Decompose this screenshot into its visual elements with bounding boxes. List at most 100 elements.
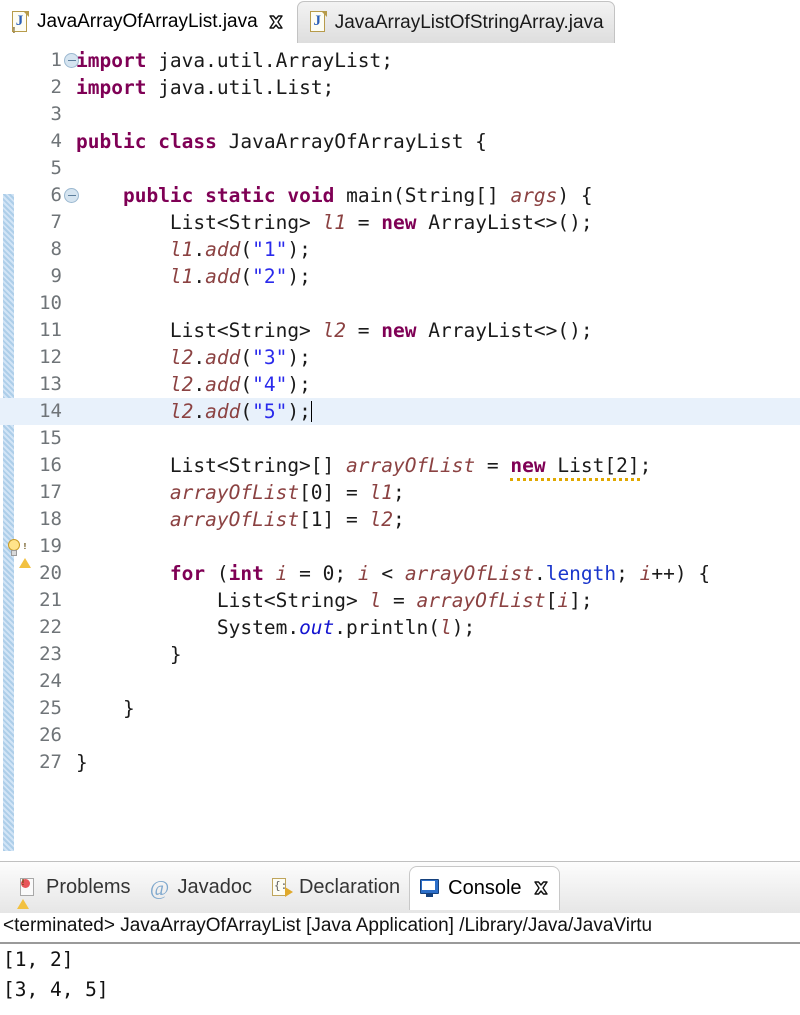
line-number: 27 <box>0 749 62 776</box>
code-line-9[interactable]: 9 l1.add("2"); <box>0 263 800 290</box>
java-file-warning-icon: J <box>10 11 29 34</box>
editor-tab-javaarrayofarraylist[interactable]: J JavaArrayOfArrayList.java <box>0 1 295 43</box>
line-number: 26 <box>0 722 62 749</box>
text-cursor <box>311 401 313 422</box>
code-text: List<String> l2 = new ArrayList<>(); <box>76 317 593 344</box>
line-number: 2 <box>0 74 62 101</box>
line-number: 14 <box>0 398 62 425</box>
code-line-21[interactable]: 21 List<String> l = arrayOfList[i]; <box>0 587 800 614</box>
code-line-6[interactable]: 6 public static void main(String[] args)… <box>0 182 800 209</box>
code-line-20[interactable]: 20 for (int i = 0; i < arrayOfList.lengt… <box>0 560 800 587</box>
tab-label: Console <box>448 877 521 900</box>
line-number: 24 <box>0 668 62 695</box>
code-text: List<String> l1 = new ArrayList<>(); <box>76 209 593 236</box>
line-number: 11 <box>0 317 62 344</box>
line-number: 25 <box>0 695 62 722</box>
code-text: } <box>76 641 182 668</box>
line-number: 18 <box>0 506 62 533</box>
code-text: List<String> l = arrayOfList[i]; <box>76 587 593 614</box>
code-text: import java.util.ArrayList; <box>76 47 393 74</box>
bottom-tab-bar: Problems @ Javadoc {: Declaration Consol… <box>0 861 800 913</box>
console-output-line: [3, 4, 5] <box>3 977 109 1003</box>
line-number: 21 <box>0 587 62 614</box>
code-line-4[interactable]: 4 public class JavaArrayOfArrayList { <box>0 128 800 155</box>
code-line-17[interactable]: 17 arrayOfList[0] = l1; <box>0 479 800 506</box>
tab-console[interactable]: Console <box>409 866 559 910</box>
code-line-1[interactable]: 1 import java.util.ArrayList; <box>0 47 800 74</box>
line-number: 3 <box>0 101 62 128</box>
tab-javadoc[interactable]: @ Javadoc <box>139 866 261 910</box>
code-line-26[interactable]: 26 <box>0 722 800 749</box>
close-icon[interactable] <box>267 13 285 31</box>
code-line-10[interactable]: 10 <box>0 290 800 317</box>
code-line-2[interactable]: 2 import java.util.List; <box>0 74 800 101</box>
tab-label: Javadoc <box>177 876 252 899</box>
console-icon <box>419 877 441 899</box>
console-divider <box>0 942 800 944</box>
code-text: public static void main(String[] args) { <box>76 182 593 209</box>
code-text: l2.add("3"); <box>76 344 311 371</box>
line-number: 15 <box>0 425 62 452</box>
code-line-7[interactable]: 7 List<String> l1 = new ArrayList<>(); <box>0 209 800 236</box>
line-number: 12 <box>0 344 62 371</box>
code-line-27[interactable]: 27} <box>0 749 800 776</box>
code-text: arrayOfList[1] = l2; <box>76 506 405 533</box>
console-output-panel[interactable]: <terminated> JavaArrayOfArrayList [Java … <box>0 913 800 1015</box>
line-number: 8 <box>0 236 62 263</box>
code-text: public class JavaArrayOfArrayList { <box>76 128 487 155</box>
code-line-24[interactable]: 24 <box>0 668 800 695</box>
line-number: 23 <box>0 641 62 668</box>
line-number: 16 <box>0 452 62 479</box>
close-icon[interactable] <box>532 879 550 897</box>
code-text: arrayOfList[0] = l1; <box>76 479 405 506</box>
eclipse-ide-window: J JavaArrayOfArrayList.java J JavaArrayL… <box>0 0 800 1015</box>
line-number: 1 <box>0 47 62 74</box>
declaration-icon: {: <box>270 877 292 899</box>
code-line-13[interactable]: 13 l2.add("4"); <box>0 371 800 398</box>
line-number: 4 <box>0 128 62 155</box>
code-line-25[interactable]: 25 } <box>0 695 800 722</box>
console-status-line: <terminated> JavaArrayOfArrayList [Java … <box>3 915 652 937</box>
java-file-icon: J <box>308 11 327 34</box>
code-text: for (int i = 0; i < arrayOfList.length; … <box>76 560 710 587</box>
line-number: 5 <box>0 155 62 182</box>
editor-tab-javaarraylistofstringarray[interactable]: J JavaArrayListOfStringArray.java <box>297 1 615 43</box>
code-text: import java.util.List; <box>76 74 334 101</box>
code-line-3[interactable]: 3 <box>0 101 800 128</box>
code-line-15[interactable]: 15 <box>0 425 800 452</box>
tab-label: Declaration <box>299 876 400 899</box>
bottom-view-stack: Problems @ Javadoc {: Declaration Consol… <box>0 861 800 1015</box>
code-line-18[interactable]: 18 arrayOfList[1] = l2; <box>0 506 800 533</box>
line-number: 13 <box>0 371 62 398</box>
code-text: } <box>76 749 88 776</box>
code-line-16[interactable]: 16 List<String>[] arrayOfList = new List… <box>0 452 800 479</box>
code-line-12[interactable]: 12 l2.add("3"); <box>0 344 800 371</box>
editor-tab-bar: J JavaArrayOfArrayList.java J JavaArrayL… <box>0 0 800 44</box>
line-number: 10 <box>0 290 62 317</box>
code-text: l1.add("1"); <box>76 236 311 263</box>
line-number: 17 <box>0 479 62 506</box>
tab-problems[interactable]: Problems <box>8 866 139 910</box>
code-line-5[interactable]: 5 <box>0 155 800 182</box>
tab-declaration[interactable]: {: Declaration <box>261 866 409 910</box>
code-line-11[interactable]: 11 List<String> l2 = new ArrayList<>(); <box>0 317 800 344</box>
line-number: 9 <box>0 263 62 290</box>
line-number: 6 <box>0 182 62 209</box>
code-line-14[interactable]: 14 l2.add("5"); <box>0 398 800 425</box>
code-line-19[interactable]: 19 <box>0 533 800 560</box>
editor-tab-label: JavaArrayListOfStringArray.java <box>335 12 604 34</box>
line-number: 20 <box>0 560 62 587</box>
code-text: l2.add("4"); <box>76 371 311 398</box>
code-text: List<String>[] arrayOfList = new List[2]… <box>76 452 651 479</box>
line-number: 22 <box>0 614 62 641</box>
line-number: 7 <box>0 209 62 236</box>
tab-label: Problems <box>46 876 130 899</box>
code-text: System.out.println(l); <box>76 614 475 641</box>
code-line-22[interactable]: 22 System.out.println(l); <box>0 614 800 641</box>
code-line-8[interactable]: 8 l1.add("1"); <box>0 236 800 263</box>
problems-icon <box>17 877 39 899</box>
code-text: l2.add("5"); <box>76 398 312 425</box>
code-line-23[interactable]: 23 } <box>0 641 800 668</box>
line-number: 19 <box>0 533 62 560</box>
code-editor[interactable]: 1 import java.util.ArrayList; 2 import java… <box>0 43 800 861</box>
